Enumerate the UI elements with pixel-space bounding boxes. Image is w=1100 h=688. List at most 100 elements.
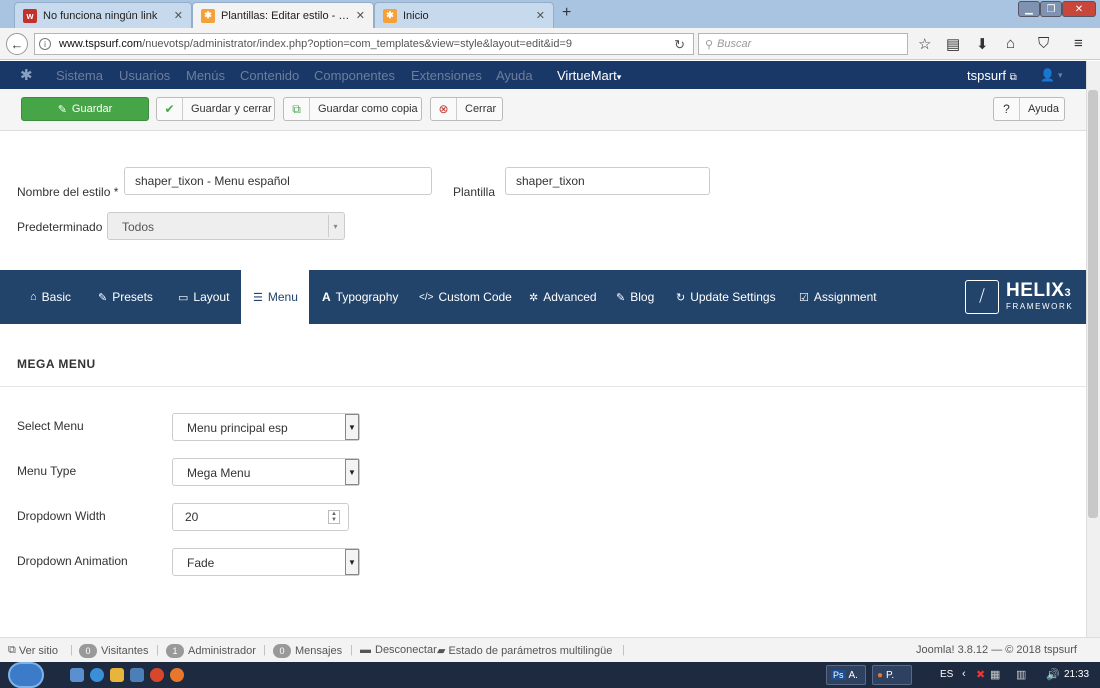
tab-assignment[interactable]: ☑ Assignment	[799, 270, 877, 324]
helix-logo-version: 3	[1064, 287, 1072, 299]
network-icon[interactable]: ▦	[990, 668, 1000, 681]
monitor-icon[interactable]	[130, 668, 144, 682]
tab-blog[interactable]: ✎ Blog	[616, 270, 654, 324]
save-close-label: Guardar y cerrar	[191, 103, 272, 115]
browser-tab-strip: w No funciona ningún link ✕ ✱ Plantillas…	[0, 0, 1100, 28]
info-icon[interactable]: i	[39, 38, 51, 50]
tab-label: Update Settings	[690, 290, 776, 304]
tab-menu[interactable]: ☰ Menu	[241, 270, 309, 324]
caret-down-icon: ▾	[616, 72, 622, 82]
user-caret-icon[interactable]: ▾	[1058, 70, 1063, 81]
url-path: /nuevotsp/administrator/index.php?option…	[142, 38, 573, 50]
separator: |	[622, 644, 625, 656]
url-bar[interactable]: i www.tspsurf.com/nuevotsp/administrator…	[34, 33, 694, 55]
menu-usuarios[interactable]: Usuarios	[119, 68, 170, 83]
bookmark-star-icon[interactable]: ☆	[918, 35, 931, 53]
menu-contenido[interactable]: Contenido	[240, 68, 299, 83]
language-indicator[interactable]: ES	[940, 669, 953, 680]
tab-layout[interactable]: ▭ Layout	[178, 270, 229, 324]
back-icon[interactable]: ←	[6, 33, 28, 55]
browser-tab-1[interactable]: w No funciona ningún link ✕	[14, 2, 192, 28]
default-select[interactable]: Todos ▾	[107, 212, 345, 240]
joomla-logo-icon[interactable]: ✱	[20, 66, 33, 84]
reading-list-icon[interactable]: ▤	[946, 35, 960, 53]
tab-basic[interactable]: ⌂ Basic	[30, 270, 71, 324]
desktop-icon[interactable]	[70, 668, 84, 682]
tab-advanced[interactable]: ✲ Advanced	[529, 270, 597, 324]
close-icon[interactable]: ✕	[356, 9, 365, 22]
spinner-arrows-icon[interactable]: ▲ ▼	[328, 510, 340, 524]
menu-type-dropdown[interactable]: Mega Menu ▼	[172, 458, 360, 486]
close-button[interactable]: ⊗ Cerrar	[430, 97, 503, 121]
maximize-icon[interactable]: ❐	[1040, 1, 1062, 17]
joomla-favicon-icon: ✱	[201, 8, 215, 23]
close-icon[interactable]: ✕	[536, 9, 545, 22]
helix-logo-name: HELIX	[1006, 280, 1065, 301]
menu-menus[interactable]: Menús	[186, 68, 225, 83]
tab-update-settings[interactable]: ↻ Update Settings	[676, 270, 776, 324]
dropdown-animation-dropdown[interactable]: Fade ▼	[172, 548, 360, 576]
view-site-link[interactable]: ⧉ Ver sitio	[8, 644, 58, 657]
logout-link[interactable]: ▬ Desconectar	[360, 644, 437, 656]
browser-tab-2[interactable]: ✱ Plantillas: Editar estilo - tsp... ✕	[192, 2, 374, 28]
minimize-icon[interactable]: ▁	[1018, 1, 1040, 17]
new-tab-button[interactable]: +	[562, 4, 571, 22]
save-close-button[interactable]: ✔ Guardar y cerrar	[156, 97, 275, 121]
tab-typography[interactable]: A Typography	[322, 270, 398, 324]
select-menu-dropdown[interactable]: Menu principal esp ▼	[172, 413, 360, 441]
logout-label: Desconectar	[375, 644, 437, 656]
search-input[interactable]: ⚲ Buscar	[698, 33, 908, 55]
user-icon[interactable]: 👤	[1040, 68, 1055, 82]
firefox-icon[interactable]	[170, 668, 184, 682]
menu-sistema[interactable]: Sistema	[56, 68, 103, 83]
helix-logo-icon: ⧸	[965, 280, 999, 314]
menu-extensiones[interactable]: Extensiones	[411, 68, 482, 83]
taskbar-photoshop[interactable]: Ps A.	[826, 665, 866, 685]
tab-presets[interactable]: ✎ Presets	[98, 270, 153, 324]
comment-icon: ▰	[437, 645, 446, 657]
view-site-label: Ver sitio	[18, 644, 58, 657]
dropdown-animation-label: Dropdown Animation	[17, 554, 128, 568]
help-button[interactable]: ? Ayuda	[993, 97, 1065, 121]
alert-flag-icon[interactable]: ✖	[976, 668, 985, 681]
layout-icon: ▭	[178, 291, 189, 304]
close-window-icon[interactable]: ✕	[1062, 1, 1096, 17]
menu-ayuda[interactable]: Ayuda	[496, 68, 533, 83]
default-label: Predeterminado	[17, 220, 103, 234]
volume-icon[interactable]: 🔊	[1046, 668, 1060, 681]
dropdown-width-stepper[interactable]: 20 ▲ ▼	[172, 503, 349, 531]
browser-tab-3[interactable]: ✱ Inicio ✕	[374, 2, 554, 28]
style-name-field[interactable]: shaper_tixon - Menu español	[124, 167, 432, 195]
explorer-icon[interactable]	[110, 668, 124, 682]
start-button-icon[interactable]	[8, 662, 44, 688]
helix-logo-sub: FRAMEWORK	[1006, 302, 1074, 311]
close-icon[interactable]: ✕	[174, 9, 183, 22]
template-field[interactable]: shaper_tixon	[505, 167, 710, 195]
scrollbar-thumb[interactable]	[1088, 90, 1098, 518]
save-copy-button[interactable]: ⧉ Guardar como copia	[283, 97, 422, 121]
download-icon[interactable]: ⬇	[976, 35, 989, 53]
save-copy-label: Guardar como copia	[318, 103, 418, 115]
chrome-icon[interactable]	[150, 668, 164, 682]
multilang-status[interactable]: ▰ Estado de parámetros multilingüe	[437, 644, 612, 658]
home-icon[interactable]: ⌂	[1006, 35, 1015, 52]
save-button[interactable]: ✎ Guardar	[21, 97, 149, 121]
menu-componentes[interactable]: Componentes	[314, 68, 395, 83]
select-menu-label: Select Menu	[17, 419, 84, 433]
chevron-down-icon: ▾	[328, 215, 342, 237]
separator: |	[70, 644, 73, 656]
taskbar-firefox[interactable]: ● P.	[872, 665, 912, 685]
firefox-icon: ●	[877, 669, 884, 681]
hamburger-menu-icon[interactable]: ≡	[1074, 35, 1083, 52]
menu-virtuemart[interactable]: VirtueMart▾	[557, 68, 621, 83]
tray-app-icon[interactable]: ▥	[1016, 668, 1026, 681]
chevron-down-icon: ▼	[345, 414, 359, 440]
pocket-icon[interactable]: ⛉	[1038, 35, 1049, 52]
chevron-down-icon: ▼	[345, 549, 359, 575]
tab-custom-code[interactable]: </> Custom Code	[419, 270, 512, 324]
reload-icon[interactable]: ↻	[674, 37, 685, 53]
messages-status[interactable]: 0 Mensajes	[273, 644, 342, 658]
ie-icon[interactable]	[90, 668, 104, 682]
show-hidden-icons-icon[interactable]: ‹	[962, 668, 966, 680]
site-link[interactable]: tspsurf ⧉	[967, 68, 1017, 83]
